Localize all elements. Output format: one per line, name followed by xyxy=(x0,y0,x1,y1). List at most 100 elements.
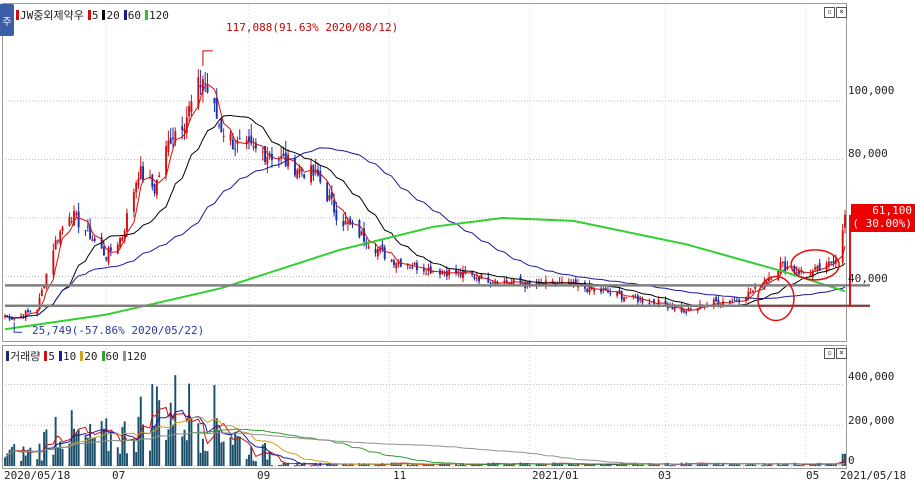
volume-bar xyxy=(27,449,29,466)
candle-body xyxy=(489,283,492,285)
volume-bar xyxy=(411,464,414,466)
volume-bar xyxy=(415,464,418,466)
candle-body xyxy=(326,182,329,202)
candle-body xyxy=(135,182,138,193)
volume-bar xyxy=(20,460,23,466)
volume-bar xyxy=(457,464,460,466)
x-tick-05: 05 xyxy=(806,469,820,482)
volume-ma10-line xyxy=(4,409,846,466)
candle-body xyxy=(213,97,216,104)
candle-body xyxy=(344,220,347,225)
volume-bar xyxy=(761,465,764,467)
volume-bar xyxy=(294,465,296,467)
volume-bar xyxy=(795,464,798,466)
candle-body xyxy=(689,308,692,310)
volume-y-tick-400000: 400,000 xyxy=(848,370,895,383)
candle-body xyxy=(751,290,754,293)
volume-bar xyxy=(250,446,253,466)
candle-body xyxy=(312,165,315,176)
volume-bar xyxy=(351,464,354,466)
candle-body xyxy=(20,315,23,317)
volume-bar xyxy=(116,447,119,466)
candle-body xyxy=(91,239,94,241)
volume-bar xyxy=(342,464,345,466)
volume-bar xyxy=(236,435,239,466)
candle-body xyxy=(491,281,494,283)
volume-bar xyxy=(45,429,48,466)
candle-body xyxy=(86,226,89,228)
candle-body xyxy=(261,151,264,153)
candle-body xyxy=(620,291,623,300)
last-price-change: ( 30.00%) xyxy=(852,217,912,230)
candle-body xyxy=(298,166,301,174)
volume-bar xyxy=(121,427,124,466)
candle-body xyxy=(392,260,395,266)
volume-bar xyxy=(222,441,225,466)
volume-bar xyxy=(800,465,803,467)
candle-body xyxy=(231,139,234,150)
volume-bar xyxy=(383,465,386,467)
volume-bar xyxy=(105,418,108,466)
candle-body xyxy=(105,257,108,260)
x-tick-11: 11 xyxy=(393,469,407,482)
high-annotation: 117,088(91.63% 2020/08/12) xyxy=(226,21,399,34)
candle-body xyxy=(151,174,154,187)
volume-bar xyxy=(655,464,658,466)
volume-bar xyxy=(330,464,333,466)
ma5-line xyxy=(4,83,846,319)
candle-body xyxy=(280,155,283,158)
volume-bar xyxy=(830,464,833,466)
volume-bar xyxy=(653,464,655,466)
volume-bar xyxy=(312,464,315,466)
candle-body xyxy=(777,270,780,281)
candle-body xyxy=(816,265,819,270)
volume-bar xyxy=(54,416,57,466)
volume-bar xyxy=(409,465,412,467)
volume-bar xyxy=(40,460,43,466)
volume-y-tick-200000: 200,000 xyxy=(848,414,895,427)
candle-body xyxy=(13,318,16,320)
volume-bar xyxy=(89,423,92,466)
candle-body xyxy=(252,146,255,148)
candle-body xyxy=(27,310,29,312)
candle-body xyxy=(680,306,683,312)
x-tick-09: 09 xyxy=(257,469,271,482)
candle-body xyxy=(733,299,736,301)
candle-body xyxy=(181,125,184,131)
candle-body xyxy=(731,301,734,303)
candle-body xyxy=(132,191,135,212)
candle-body xyxy=(795,271,798,273)
candle-body xyxy=(215,97,218,119)
volume-bar xyxy=(86,437,89,466)
candle-body xyxy=(238,138,241,140)
volume-bar xyxy=(204,450,207,466)
volume-bar xyxy=(4,457,6,466)
x-tick-03: 03 xyxy=(658,469,672,482)
candle-body xyxy=(814,267,817,270)
candle-body xyxy=(602,289,605,291)
volume-bar xyxy=(220,442,223,466)
candle-body xyxy=(487,277,490,283)
candle-body xyxy=(395,263,398,269)
volume-bar xyxy=(100,421,103,466)
candle-body xyxy=(827,261,830,266)
volume-bar xyxy=(266,459,269,466)
candle-body xyxy=(462,270,464,278)
candle-body xyxy=(126,213,128,232)
candle-body xyxy=(277,159,280,161)
candle-body xyxy=(165,146,168,176)
volume-bar xyxy=(280,464,283,466)
volume-bar xyxy=(151,383,154,466)
candle-body xyxy=(319,171,322,183)
volume-bar xyxy=(8,449,11,466)
candle-body xyxy=(754,286,757,289)
volume-bar xyxy=(126,453,128,466)
candle-body xyxy=(75,213,78,215)
volume-bar xyxy=(229,437,232,466)
price-y-tick-40000: 40,000 xyxy=(848,272,888,285)
candle-body xyxy=(411,266,414,268)
candle-body xyxy=(188,106,191,117)
volume-bar xyxy=(544,465,547,467)
candle-body xyxy=(29,311,32,313)
candle-body xyxy=(172,137,174,139)
